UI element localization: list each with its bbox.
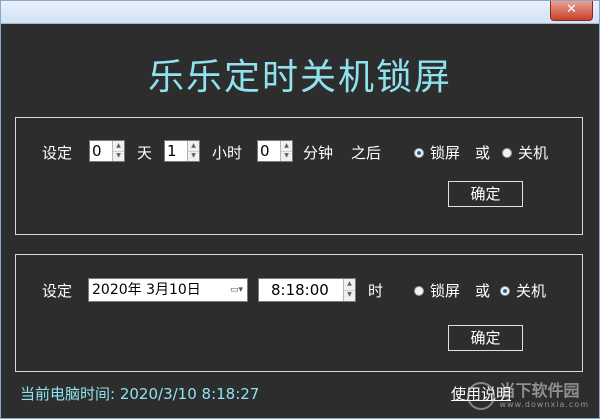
current-time-value: 2020/3/10 8:18:27	[119, 385, 260, 403]
after-label: 之后	[351, 144, 382, 162]
minutes-value[interactable]: 0	[260, 141, 270, 161]
minutes-stepper-buttons: ▲ ▼	[280, 141, 292, 161]
time-value[interactable]: 8:18:00	[271, 280, 329, 300]
watermark-text: 当下软件园 www.downxia.com	[499, 382, 589, 410]
scheduled-shutdown-label[interactable]: 关机	[516, 281, 546, 301]
scheduled-panel: 设定 2020年 3月10日 ▭▾ 8:18:00 ▲ ▼ 时 锁屏 或 关机 …	[15, 254, 583, 372]
date-value[interactable]: 2020年 3月10日	[92, 280, 201, 300]
days-stepper[interactable]: 0 ▲ ▼	[89, 140, 125, 162]
countdown-lock-radio[interactable]	[414, 148, 424, 158]
watermark-logo-icon	[467, 382, 496, 410]
current-time-label: 当前电脑时间:	[20, 385, 116, 403]
watermark: 当下软件园 www.downxia.com	[467, 382, 589, 410]
time-stepper[interactable]: 8:18:00 ▲ ▼	[258, 278, 356, 302]
page-title: 乐乐定时关机锁屏	[147, 57, 452, 98]
scheduled-lock-radio[interactable]	[414, 286, 424, 296]
title-bar[interactable]: ✕	[1, 1, 599, 24]
countdown-shutdown-label[interactable]: 关机	[518, 143, 548, 163]
main-content: 乐乐定时关机锁屏 设定 0 ▲ ▼ 天 1 ▲ ▼ 小时 0 ▲ ▼ 分钟 之后…	[7, 24, 593, 414]
countdown-lock-label[interactable]: 锁屏	[430, 143, 460, 163]
countdown-shutdown-radio[interactable]	[502, 148, 512, 158]
time-down-icon[interactable]: ▼	[344, 290, 355, 301]
countdown-set-label: 设定	[42, 144, 73, 162]
watermark-text-en: www.downxia.com	[499, 400, 589, 409]
calendar-dropdown-icon[interactable]: ▭▾	[230, 284, 244, 296]
time-unit-label: 时	[368, 282, 384, 300]
date-picker[interactable]: 2020年 3月10日 ▭▾	[88, 278, 248, 302]
hours-unit-label: 小时	[212, 144, 243, 162]
scheduled-or-label: 或	[475, 282, 491, 300]
minutes-unit-label: 分钟	[303, 144, 334, 162]
current-time: 当前电脑时间: 2020/3/10 8:18:27	[20, 384, 259, 404]
days-value[interactable]: 0	[92, 141, 102, 161]
scheduled-shutdown-radio[interactable]	[500, 286, 510, 296]
days-stepper-buttons: ▲ ▼	[112, 141, 124, 161]
app-window: ✕ 乐乐定时关机锁屏 设定 0 ▲ ▼ 天 1 ▲ ▼ 小时 0 ▲ ▼ 分钟 …	[0, 0, 600, 419]
time-stepper-buttons: ▲ ▼	[343, 279, 355, 301]
scheduled-confirm-button[interactable]: 确定	[448, 325, 523, 351]
hours-value[interactable]: 1	[167, 141, 177, 161]
days-unit-label: 天	[137, 144, 153, 162]
countdown-or-label: 或	[475, 144, 491, 162]
hours-stepper-buttons: ▲ ▼	[187, 141, 199, 161]
scheduled-set-label: 设定	[42, 282, 73, 300]
countdown-confirm-button[interactable]: 确定	[448, 181, 523, 207]
hours-stepper[interactable]: 1 ▲ ▼	[164, 140, 200, 162]
close-button[interactable]: ✕	[550, 1, 593, 21]
watermark-text-cn: 当下软件园	[499, 381, 580, 400]
countdown-panel: 设定 0 ▲ ▼ 天 1 ▲ ▼ 小时 0 ▲ ▼ 分钟 之后 锁屏 或 关机 …	[15, 117, 583, 235]
scheduled-lock-label[interactable]: 锁屏	[430, 281, 460, 301]
minutes-stepper[interactable]: 0 ▲ ▼	[257, 140, 293, 162]
minutes-down-icon[interactable]: ▼	[281, 151, 292, 161]
close-icon: ✕	[566, 2, 577, 17]
hours-down-icon[interactable]: ▼	[188, 151, 199, 161]
days-down-icon[interactable]: ▼	[113, 151, 124, 161]
